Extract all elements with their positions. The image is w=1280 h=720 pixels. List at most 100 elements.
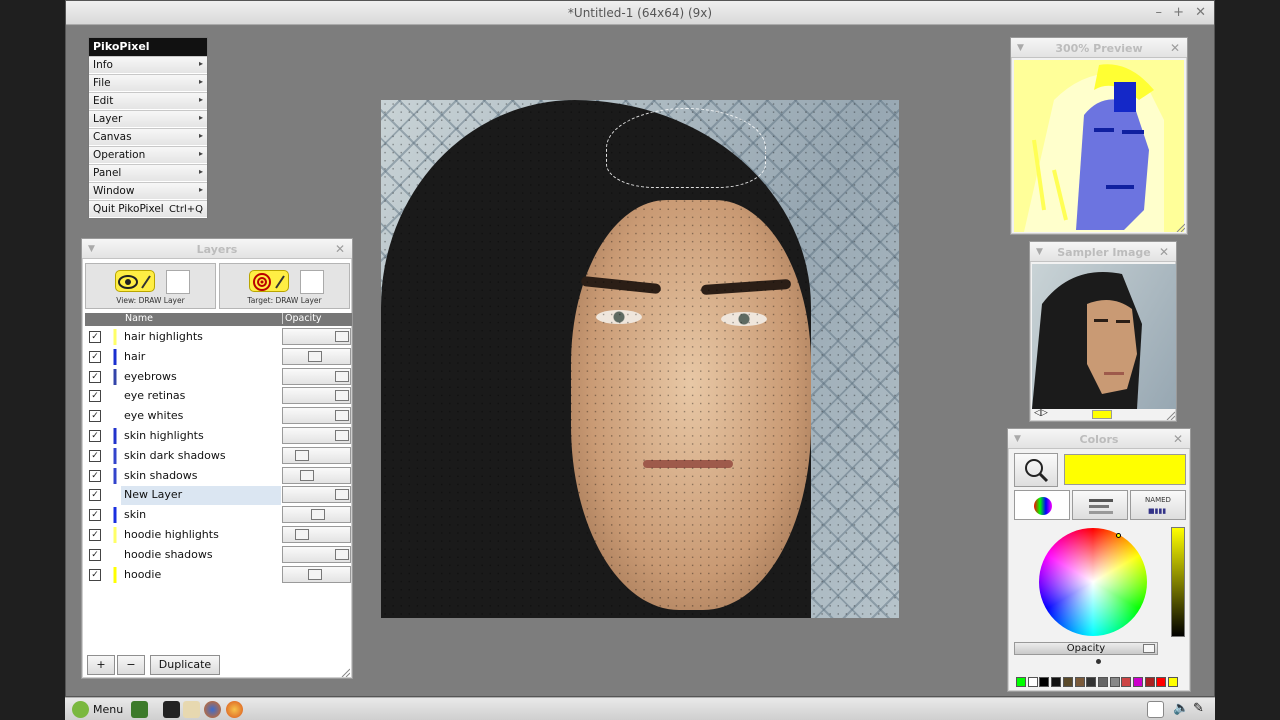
layer-visibility-checkbox[interactable]: ✓ [89, 509, 101, 522]
layer-name[interactable]: hoodie shadows [121, 546, 281, 565]
layer-opacity-slider[interactable] [282, 565, 351, 583]
opacity-knob[interactable] [335, 390, 349, 402]
show-desktop-icon[interactable] [131, 701, 148, 718]
palette-swatch[interactable] [1016, 677, 1026, 687]
menu-item-info[interactable]: Info ▸ [89, 56, 207, 74]
layer-opacity-slider[interactable] [282, 367, 351, 385]
target-layer-control[interactable]: Target: DRAW Layer [219, 263, 350, 309]
palette-swatch[interactable] [1121, 677, 1132, 687]
opacity-column-header[interactable]: Opacity [282, 313, 322, 324]
layer-name[interactable]: skin highlights [121, 427, 281, 446]
close-button[interactable]: ✕ [1195, 5, 1206, 20]
eye-pencil-icon[interactable] [115, 270, 155, 292]
terminal-icon[interactable] [163, 701, 180, 718]
layer-row[interactable]: ✓ skin highlights [85, 426, 352, 446]
layer-visibility-checkbox[interactable]: ✓ [89, 529, 101, 541]
layer-visibility-checkbox[interactable]: ✓ [89, 449, 101, 462]
palette-swatch[interactable] [1144, 677, 1155, 687]
layer-name[interactable]: hoodie highlights [121, 526, 281, 545]
layer-opacity-slider[interactable] [282, 387, 351, 405]
layer-opacity-slider[interactable] [282, 486, 351, 504]
layer-row[interactable]: ✓ skin dark shadows [85, 446, 352, 466]
sampler-titlebar[interactable]: ▼ Sampler Image ✕ [1030, 242, 1176, 262]
layer-visibility-checkbox[interactable]: ✓ [89, 568, 101, 581]
palette-swatch[interactable] [1109, 677, 1120, 687]
layer-row[interactable]: ✓ eye whites [85, 406, 352, 426]
layer-visibility-checkbox[interactable]: ✓ [89, 548, 101, 561]
minimize-button[interactable]: – [1156, 5, 1163, 20]
pen-icon[interactable]: ✎ [1193, 701, 1210, 718]
window-titlebar[interactable]: *Untitled-1 (64x64) (9x) – + ✕ [66, 1, 1214, 25]
palette-swatch[interactable] [1074, 677, 1085, 687]
volume-icon[interactable]: 🔈 [1173, 701, 1190, 718]
view-layer-control[interactable]: View: DRAW Layer [85, 263, 216, 309]
resize-grip-icon[interactable] [1165, 410, 1175, 420]
layer-name[interactable]: eye whites [121, 407, 281, 426]
layer-opacity-slider[interactable] [282, 446, 351, 464]
layer-opacity-slider[interactable] [282, 427, 351, 444]
layer-visibility-checkbox[interactable]: ✓ [89, 410, 101, 423]
layer-visibility-checkbox[interactable]: ✓ [89, 390, 101, 403]
color-wheel-tab[interactable] [1014, 490, 1070, 520]
layer-row[interactable]: ✓ eyebrows [85, 367, 352, 387]
layer-visibility-checkbox[interactable]: ✓ [89, 469, 101, 482]
name-column-header[interactable]: Name [125, 313, 153, 324]
sampler-image[interactable] [1032, 264, 1176, 409]
opacity-knob[interactable] [295, 529, 309, 540]
palette-swatch[interactable] [1062, 677, 1073, 687]
text-editor-icon[interactable] [183, 701, 200, 718]
layer-name[interactable]: hair highlights [121, 328, 281, 347]
menu-item-canvas[interactable]: Canvas ▸ [89, 128, 207, 146]
layer-opacity-slider[interactable] [282, 347, 351, 365]
add-layer-button[interactable]: + [87, 655, 115, 675]
palette-swatch[interactable] [1051, 677, 1062, 687]
layer-row[interactable]: ✓ hoodie highlights [85, 525, 352, 545]
layer-opacity-slider[interactable] [282, 545, 351, 563]
maximize-button[interactable]: + [1173, 5, 1184, 20]
opacity-knob[interactable] [335, 410, 349, 422]
magnifier-button[interactable] [1014, 453, 1058, 487]
shield-icon[interactable] [1147, 701, 1164, 718]
menu-item-window[interactable]: Window ▸ [89, 182, 207, 200]
menu-button[interactable]: Menu [93, 703, 123, 716]
mint-logo-icon[interactable] [72, 701, 89, 718]
layer-visibility-checkbox[interactable]: ✓ [89, 430, 101, 442]
layer-visibility-checkbox[interactable]: ✓ [89, 331, 101, 343]
layer-name[interactable]: skin shadows [121, 467, 281, 486]
palette-swatch[interactable] [1039, 677, 1050, 687]
color-wheel-cursor[interactable] [1116, 533, 1121, 538]
layer-row[interactable]: ✓ eye retinas [85, 386, 352, 406]
layer-row[interactable]: ✓ hair highlights [85, 327, 352, 347]
layer-name[interactable]: skin [121, 506, 281, 525]
menu-item-file[interactable]: File ▸ [89, 74, 207, 92]
layer-opacity-slider[interactable] [282, 506, 351, 524]
collapse-triangle-icon[interactable]: ▼ [1036, 247, 1043, 257]
layer-opacity-slider[interactable] [282, 526, 351, 543]
colors-titlebar[interactable]: ▼ Colors ✕ [1008, 429, 1190, 449]
layer-opacity-slider[interactable] [282, 407, 351, 425]
palette-swatch[interactable] [1097, 677, 1108, 687]
color-wheel[interactable] [1039, 528, 1147, 636]
layer-name[interactable]: hair [121, 348, 281, 367]
layer-row[interactable]: ✓ hoodie [85, 565, 352, 585]
brightness-slider[interactable] [1171, 527, 1185, 637]
layer-visibility-checkbox[interactable]: ✓ [89, 489, 101, 502]
current-color-well[interactable] [1064, 454, 1186, 485]
palette-swatch[interactable] [1156, 677, 1167, 687]
opacity-knob[interactable] [335, 370, 349, 382]
layer-row[interactable]: ✓ hoodie shadows [85, 545, 352, 565]
close-icon[interactable]: ✕ [1170, 41, 1180, 55]
layer-visibility-checkbox[interactable]: ✓ [89, 350, 101, 363]
layer-name[interactable]: skin dark shadows [121, 447, 281, 466]
target-pencil-icon[interactable] [249, 270, 289, 292]
palette-swatch[interactable] [1133, 677, 1143, 687]
opacity-knob[interactable] [1143, 644, 1155, 653]
palette-swatch[interactable] [1086, 677, 1097, 687]
layer-visibility-checkbox[interactable]: ✓ [89, 370, 101, 383]
opacity-knob[interactable] [335, 331, 349, 342]
color-sliders-tab[interactable] [1072, 490, 1128, 520]
sampler-nav-arrows[interactable]: ◁▷ [1034, 408, 1048, 418]
close-icon[interactable]: ✕ [1159, 245, 1169, 259]
preview-titlebar[interactable]: ▼ 300% Preview ✕ [1011, 38, 1187, 58]
layer-opacity-slider[interactable] [282, 328, 351, 345]
